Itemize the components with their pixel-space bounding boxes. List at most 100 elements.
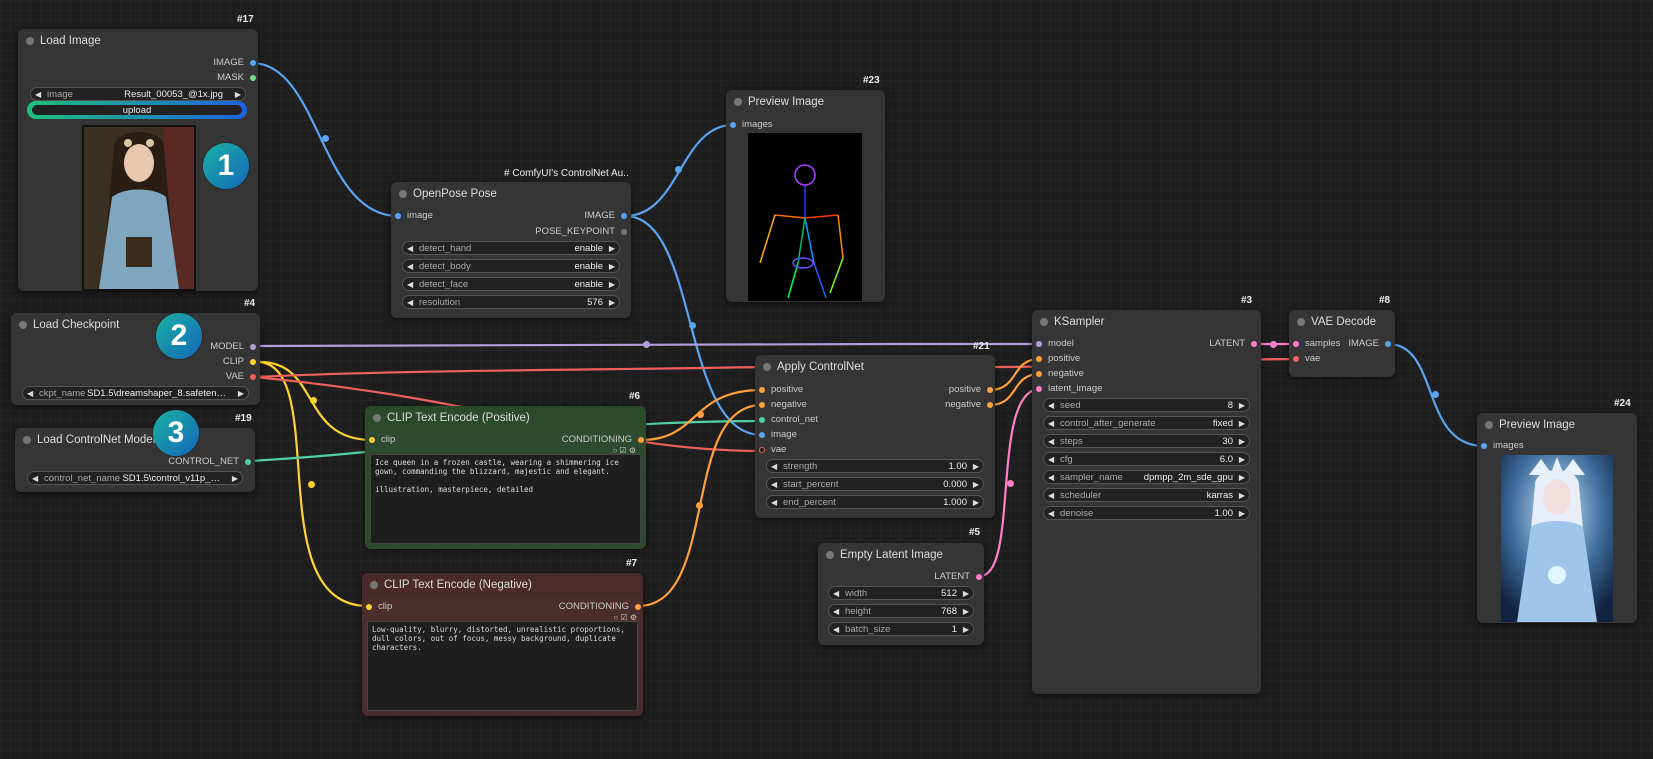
load-controlnet-node[interactable]: Load ControlNet Model CONTROL_NET ◀ cont… bbox=[15, 428, 255, 492]
arrow-right-icon[interactable]: ▶ bbox=[973, 496, 979, 510]
node-title[interactable]: Load Checkpoint bbox=[11, 313, 260, 337]
pin[interactable] bbox=[759, 447, 765, 453]
node-title[interactable]: KSampler bbox=[1032, 310, 1261, 334]
arrow-right-icon[interactable]: ▶ bbox=[609, 242, 615, 256]
cfg-input[interactable]: ◀ cfg 6.0 ▶ bbox=[1043, 452, 1250, 466]
pin[interactable] bbox=[250, 75, 256, 81]
collapse-dot[interactable] bbox=[373, 414, 381, 422]
arrow-left-icon[interactable]: ◀ bbox=[32, 472, 38, 486]
pin[interactable] bbox=[1036, 371, 1042, 377]
clip-text-encode-positive-node[interactable]: CLIP Text Encode (Positive) clip CONDITI… bbox=[365, 406, 646, 549]
arrow-right-icon[interactable]: ▶ bbox=[238, 387, 244, 401]
pin[interactable] bbox=[759, 387, 765, 393]
pin[interactable] bbox=[395, 213, 401, 219]
output-conditioning[interactable]: CONDITIONING bbox=[559, 601, 641, 613]
arrow-left-icon[interactable]: ◀ bbox=[407, 296, 413, 310]
input-image[interactable]: image bbox=[395, 210, 433, 222]
reroute-dot[interactable] bbox=[322, 135, 329, 142]
reroute-dot[interactable] bbox=[643, 341, 650, 348]
input-vae[interactable]: vae bbox=[759, 444, 786, 456]
reroute-dot[interactable] bbox=[1270, 341, 1277, 348]
collapse-dot[interactable] bbox=[370, 581, 378, 589]
reroute-dot[interactable] bbox=[310, 397, 317, 404]
arrow-left-icon[interactable]: ◀ bbox=[771, 478, 777, 492]
width-input[interactable]: ◀ width 512 ▶ bbox=[828, 586, 974, 600]
pin[interactable] bbox=[369, 437, 375, 443]
pin[interactable] bbox=[987, 387, 993, 393]
pin[interactable] bbox=[1036, 386, 1042, 392]
arrow-left-icon[interactable]: ◀ bbox=[1048, 453, 1054, 467]
arrow-left-icon[interactable]: ◀ bbox=[1048, 417, 1054, 431]
detect-hand-toggle[interactable]: ◀ detect_hand enable ▶ bbox=[402, 241, 620, 255]
arrow-left-icon[interactable]: ◀ bbox=[833, 587, 839, 601]
node-title[interactable]: Load Image bbox=[18, 29, 258, 53]
resolution-input[interactable]: ◀ resolution 576 ▶ bbox=[402, 295, 620, 309]
arrow-right-icon[interactable]: ▶ bbox=[609, 278, 615, 292]
arrow-left-icon[interactable]: ◀ bbox=[1048, 507, 1054, 521]
pin[interactable] bbox=[245, 459, 251, 465]
detect-face-toggle[interactable]: ◀ detect_face enable ▶ bbox=[402, 277, 620, 291]
apply-controlnet-node[interactable]: Apply ControlNet positive negative contr… bbox=[755, 355, 995, 518]
ckpt-name-select[interactable]: ◀ ckpt_name SD1.5\dreamshaper_8.safeten…… bbox=[22, 386, 249, 400]
input-samples[interactable]: samples bbox=[1293, 338, 1340, 350]
pin[interactable] bbox=[1385, 341, 1391, 347]
pin[interactable] bbox=[250, 60, 256, 66]
arrow-right-icon[interactable]: ▶ bbox=[963, 587, 969, 601]
output-image[interactable]: IMAGE bbox=[213, 57, 256, 69]
pin[interactable] bbox=[1293, 356, 1299, 362]
node-title[interactable]: Preview Image bbox=[726, 90, 885, 114]
arrow-left-icon[interactable]: ◀ bbox=[35, 88, 41, 102]
pin[interactable] bbox=[730, 122, 736, 128]
arrow-right-icon[interactable]: ▶ bbox=[609, 260, 615, 274]
arrow-right-icon[interactable]: ▶ bbox=[235, 88, 241, 102]
pin[interactable] bbox=[250, 359, 256, 365]
arrow-left-icon[interactable]: ◀ bbox=[407, 278, 413, 292]
input-negative[interactable]: negative bbox=[1036, 368, 1084, 380]
end-percent-input[interactable]: ◀ end_percent 1.000 ▶ bbox=[766, 495, 984, 509]
load-checkpoint-node[interactable]: Load Checkpoint MODEL CLIP VAE ◀ ckpt_na… bbox=[11, 313, 260, 405]
arrow-left-icon[interactable]: ◀ bbox=[1048, 435, 1054, 449]
reroute-dot[interactable] bbox=[697, 411, 704, 418]
upload-button[interactable]: upload bbox=[27, 101, 247, 119]
collapse-dot[interactable] bbox=[1297, 318, 1305, 326]
pin[interactable] bbox=[1293, 341, 1299, 347]
output-image[interactable]: IMAGE bbox=[584, 210, 627, 222]
output-vae[interactable]: VAE bbox=[226, 371, 256, 383]
arrow-left-icon[interactable]: ◀ bbox=[771, 496, 777, 510]
input-images[interactable]: images bbox=[730, 119, 773, 131]
output-clip[interactable]: CLIP bbox=[223, 356, 256, 368]
pin[interactable] bbox=[621, 213, 627, 219]
pin[interactable] bbox=[621, 229, 627, 235]
pin[interactable] bbox=[366, 604, 372, 610]
arrow-right-icon[interactable]: ▶ bbox=[963, 605, 969, 619]
output-latent[interactable]: LATENT bbox=[934, 571, 982, 583]
output-positive[interactable]: positive bbox=[949, 384, 993, 396]
output-conditioning[interactable]: CONDITIONING bbox=[562, 434, 644, 446]
sampler-name-select[interactable]: ◀ sampler_name dpmpp_2m_sde_gpu ▶ bbox=[1043, 470, 1250, 484]
clip-text-encode-negative-node[interactable]: CLIP Text Encode (Negative) clip CONDITI… bbox=[362, 573, 643, 716]
arrow-left-icon[interactable]: ◀ bbox=[1048, 471, 1054, 485]
input-control-net[interactable]: control_net bbox=[759, 414, 818, 426]
collapse-dot[interactable] bbox=[23, 436, 31, 444]
positive-prompt-textarea[interactable]: Ice queen in a frozen castle, wearing a … bbox=[370, 454, 641, 544]
arrow-right-icon[interactable]: ▶ bbox=[973, 460, 979, 474]
arrow-right-icon[interactable]: ▶ bbox=[1239, 471, 1245, 485]
reroute-dot[interactable] bbox=[308, 481, 315, 488]
pin[interactable] bbox=[987, 402, 993, 408]
pin[interactable] bbox=[976, 574, 982, 580]
vae-decode-node[interactable]: VAE Decode samples vae IMAGE bbox=[1289, 310, 1395, 377]
height-input[interactable]: ◀ height 768 ▶ bbox=[828, 604, 974, 618]
strength-input[interactable]: ◀ strength 1.00 ▶ bbox=[766, 459, 984, 473]
collapse-dot[interactable] bbox=[763, 363, 771, 371]
collapse-dot[interactable] bbox=[399, 190, 407, 198]
arrow-left-icon[interactable]: ◀ bbox=[1048, 399, 1054, 413]
output-pose-keypoint[interactable]: POSE_KEYPOINT bbox=[535, 226, 627, 238]
collapse-dot[interactable] bbox=[1485, 421, 1493, 429]
output-model[interactable]: MODEL bbox=[210, 341, 256, 353]
reroute-dot[interactable] bbox=[1432, 391, 1439, 398]
pin[interactable] bbox=[1036, 356, 1042, 362]
preview-image-node-24[interactable]: Preview Image images bbox=[1477, 413, 1637, 623]
arrow-right-icon[interactable]: ▶ bbox=[1239, 489, 1245, 503]
seed-input[interactable]: ◀ seed 8 ▶ bbox=[1043, 398, 1250, 412]
arrow-left-icon[interactable]: ◀ bbox=[771, 460, 777, 474]
